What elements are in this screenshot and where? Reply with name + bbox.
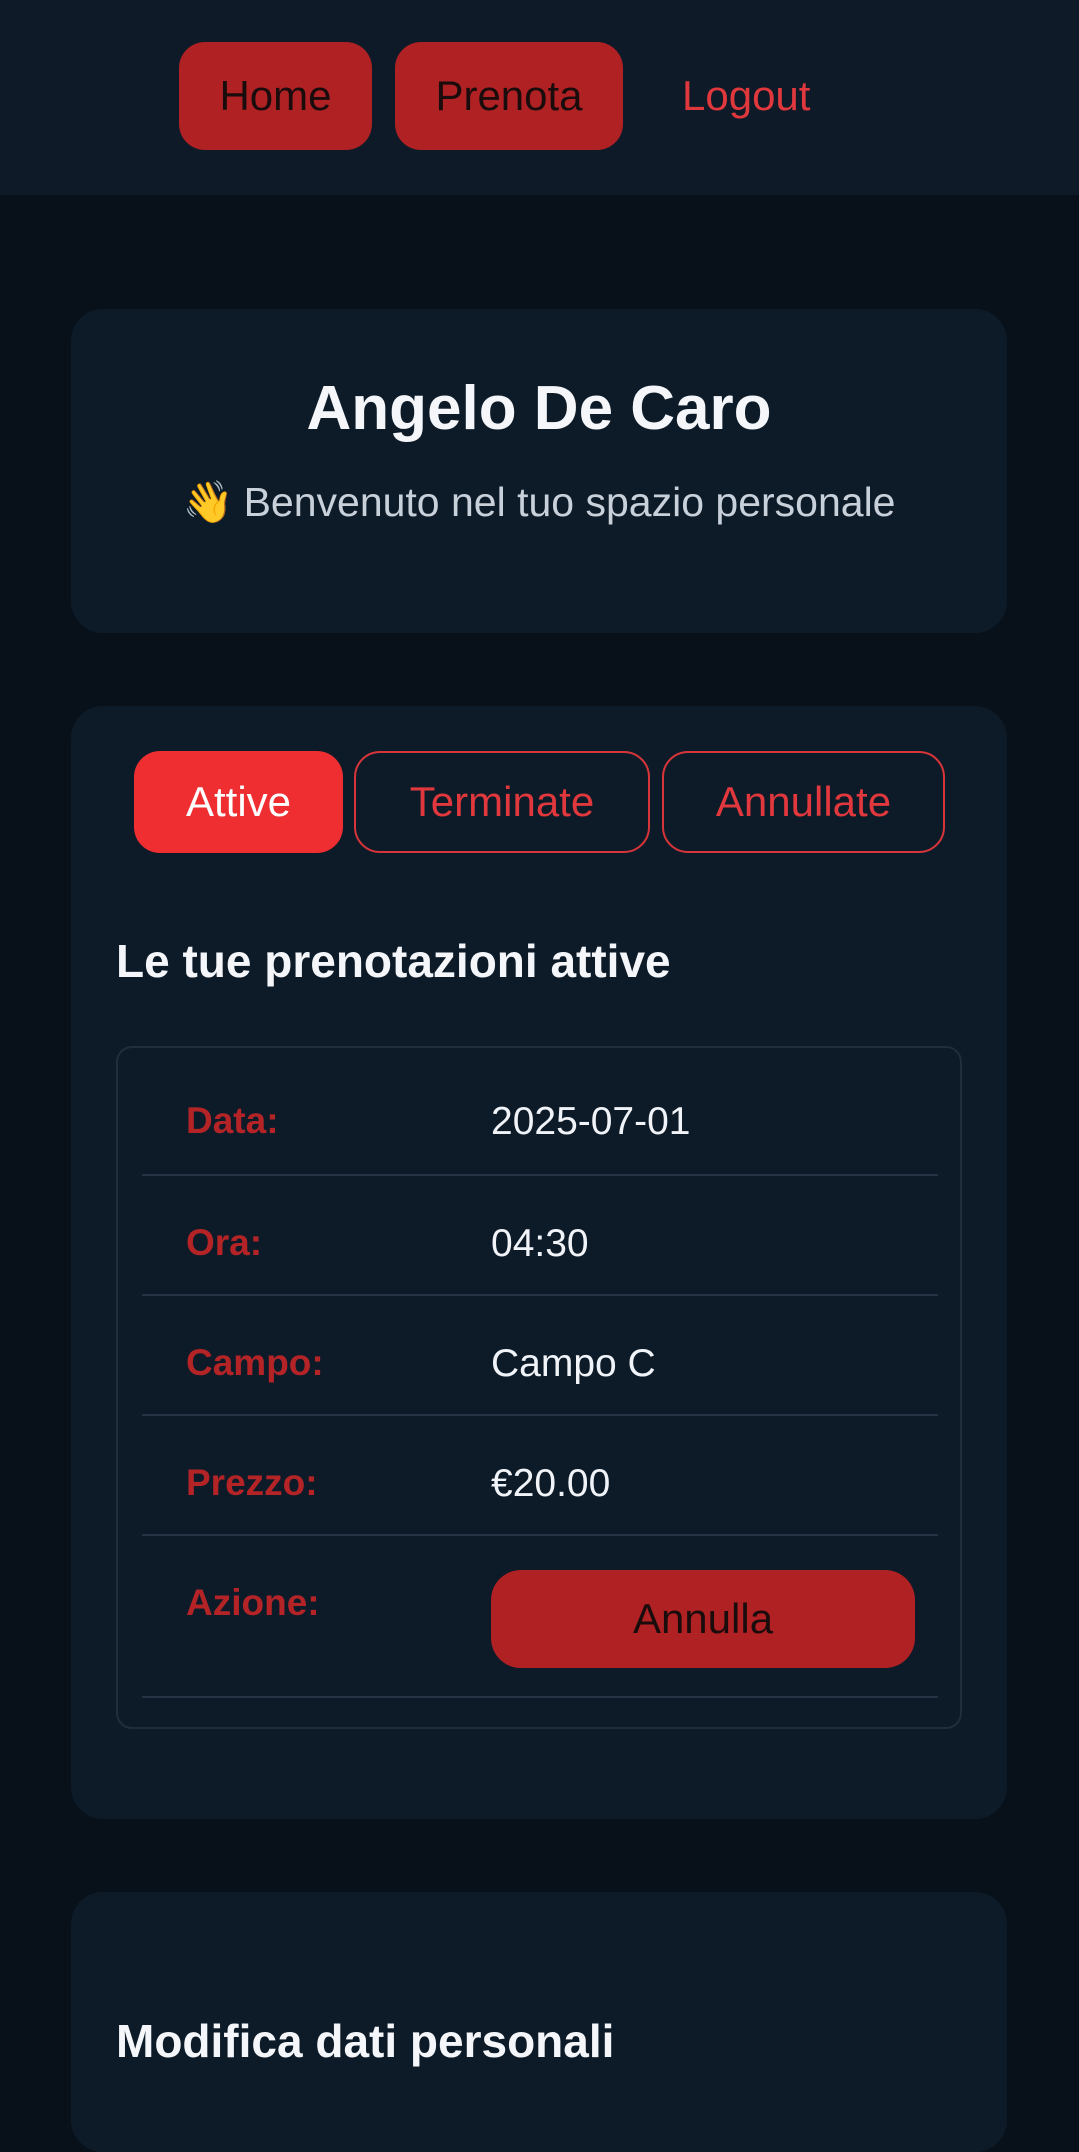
- booking-field: Campo C: [491, 1342, 656, 1385]
- welcome-card: Angelo De Caro 👋 Benvenuto nel tuo spazio…: [71, 309, 1007, 633]
- bookings-card: Attive Terminate Annullate Le tue prenot…: [71, 706, 1007, 1819]
- welcome-message: 👋 Benvenuto nel tuo spazio personale: [71, 479, 1007, 527]
- waving-hand-icon: 👋: [182, 479, 234, 525]
- tab-annullate[interactable]: Annullate: [662, 751, 945, 853]
- booking-row-azione: Azione: Annulla: [142, 1536, 938, 1698]
- booking-row-campo: Campo: Campo C: [142, 1296, 938, 1416]
- booking-table: Data: 2025-07-01 Ora: 04:30 Campo: Campo…: [116, 1046, 962, 1729]
- booking-row-ora: Ora: 04:30: [142, 1176, 938, 1296]
- booking-time: 04:30: [491, 1222, 589, 1265]
- welcome-text: Benvenuto nel tuo spazio personale: [243, 479, 896, 525]
- row-label: Data:: [186, 1100, 279, 1141]
- logout-link[interactable]: Logout: [682, 42, 810, 150]
- bookings-section-title: Le tue prenotazioni attive: [116, 935, 671, 987]
- prenota-button[interactable]: Prenota: [395, 42, 623, 150]
- booking-price: €20.00: [491, 1462, 611, 1505]
- row-label: Ora:: [186, 1222, 263, 1263]
- row-label: Campo:: [186, 1342, 324, 1383]
- user-name-heading: Angelo De Caro: [306, 374, 772, 443]
- tab-attive[interactable]: Attive: [134, 751, 343, 853]
- booking-row-prezzo: Prezzo: €20.00: [142, 1416, 938, 1536]
- cancel-booking-button[interactable]: Annulla: [491, 1570, 915, 1668]
- tab-terminate[interactable]: Terminate: [354, 751, 650, 853]
- home-button[interactable]: Home: [179, 42, 372, 150]
- row-label: Azione:: [186, 1582, 320, 1623]
- profile-section-title: Modifica dati personali: [116, 2015, 615, 2067]
- row-label: Prezzo:: [186, 1462, 318, 1503]
- booking-row-data: Data: 2025-07-01: [142, 1048, 938, 1176]
- top-navbar: Home Prenota Logout: [0, 0, 1079, 195]
- booking-date: 2025-07-01: [491, 1100, 691, 1143]
- profile-card: Modifica dati personali: [71, 1892, 1007, 2152]
